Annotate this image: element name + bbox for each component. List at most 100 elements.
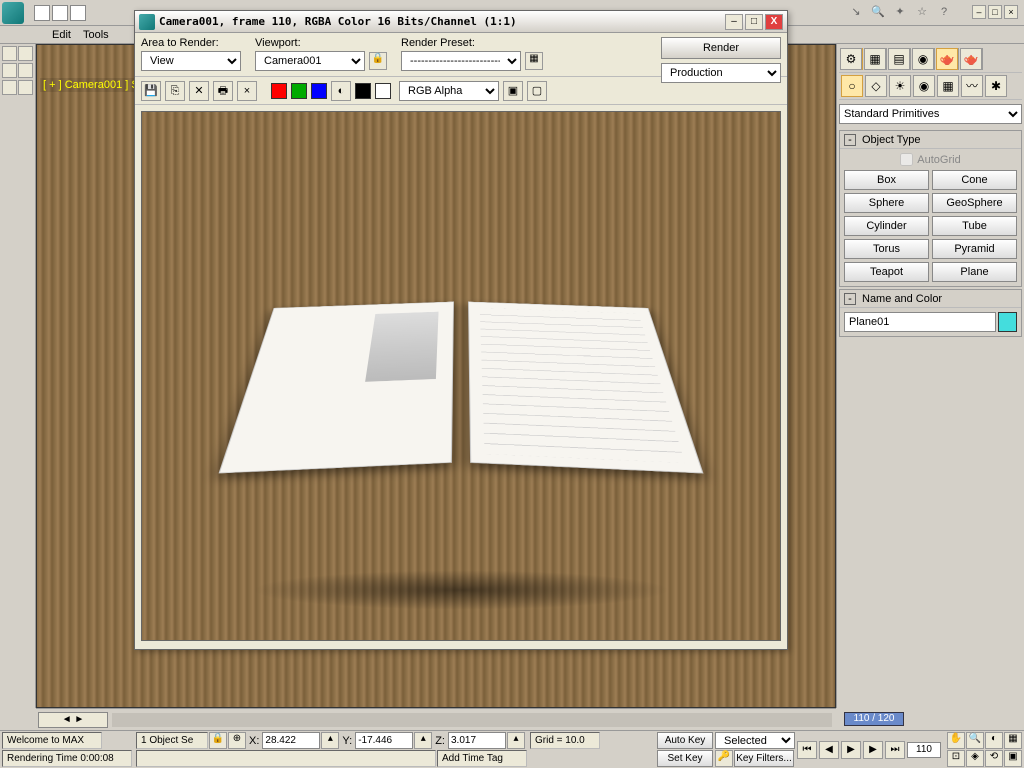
time-slider-handle[interactable]: ◄ ► <box>38 712 108 728</box>
shapes-icon[interactable]: ◇ <box>865 75 887 97</box>
maximize-button[interactable]: □ <box>988 5 1002 19</box>
menu-edit[interactable]: Edit <box>52 29 71 41</box>
toggle2-icon[interactable]: ▢ <box>527 81 547 101</box>
object-color-swatch[interactable] <box>998 312 1017 332</box>
preset-icon[interactable]: ▦ <box>525 52 543 70</box>
cameras-icon[interactable]: ◉ <box>913 75 935 97</box>
green-channel-icon[interactable] <box>291 83 307 99</box>
cylinder-button[interactable]: Cylinder <box>844 216 929 236</box>
tube-button[interactable]: Tube <box>932 216 1017 236</box>
viewport-select[interactable]: Camera001 <box>255 51 365 71</box>
render-frame-icon[interactable]: ▦ <box>864 48 886 70</box>
teapot-render-icon[interactable]: 🫖 <box>936 48 958 70</box>
alpha-icon[interactable]: ◐ <box>331 81 351 101</box>
nav-icon[interactable]: ⊡ <box>947 750 965 767</box>
production-select[interactable]: Production <box>661 63 781 83</box>
spacewarps-icon[interactable]: 〰 <box>961 75 983 97</box>
copy-icon[interactable]: ⎘ <box>165 81 185 101</box>
spinner-icon[interactable]: ▴ <box>321 732 339 749</box>
render-window-titlebar[interactable]: Camera001, frame 110, RGBA Color 16 Bits… <box>135 11 787 33</box>
render-icon[interactable]: ▤ <box>888 48 910 70</box>
pyramid-button[interactable]: Pyramid <box>932 239 1017 259</box>
z-input[interactable] <box>448 732 506 749</box>
current-frame-input[interactable] <box>907 742 941 758</box>
save-image-icon[interactable]: 💾 <box>141 81 161 101</box>
red-channel-icon[interactable] <box>271 83 287 99</box>
pan-icon[interactable]: ✋ <box>947 732 965 749</box>
torus-button[interactable]: Torus <box>844 239 929 259</box>
orbit-icon[interactable]: ◐ <box>985 732 1003 749</box>
render-button[interactable]: Render <box>661 37 781 59</box>
help-icon[interactable]: ? <box>936 4 952 20</box>
lights-icon[interactable]: ☀ <box>889 75 911 97</box>
mono-icon[interactable] <box>355 83 371 99</box>
menu-tools[interactable]: Tools <box>83 29 109 41</box>
add-time-tag[interactable]: Add Time Tag <box>437 750 527 767</box>
autogrid-checkbox[interactable] <box>900 153 913 166</box>
preset-select[interactable]: ------------------------- <box>401 51 521 71</box>
object-type-header[interactable]: - Object Type <box>840 131 1021 149</box>
nav-icon[interactable]: ▦ <box>1004 732 1022 749</box>
time-track[interactable] <box>112 713 832 727</box>
collapse-icon[interactable]: - <box>844 293 856 305</box>
nav-icon[interactable]: ◈ <box>966 750 984 767</box>
tool-icon[interactable] <box>2 80 17 95</box>
geometry-icon[interactable]: ○ <box>841 75 863 97</box>
spinner-icon[interactable]: ▴ <box>507 732 525 749</box>
toggle1-icon[interactable]: ▣ <box>503 81 523 101</box>
coord-mode-icon[interactable]: ⊕ <box>228 732 246 749</box>
maximize-viewport-icon[interactable]: ▣ <box>1004 750 1022 767</box>
prompt-line[interactable] <box>136 750 436 767</box>
systems-icon[interactable]: ✱ <box>985 75 1007 97</box>
cone-button[interactable]: Cone <box>932 170 1017 190</box>
rw-minimize-button[interactable]: – <box>725 14 743 30</box>
keymode-select[interactable]: Selected <box>715 732 795 749</box>
helpers-icon[interactable]: ▦ <box>937 75 959 97</box>
tool-icon[interactable] <box>18 80 33 95</box>
nav-icon[interactable]: ⟲ <box>985 750 1003 767</box>
star-icon[interactable]: ☆ <box>914 4 930 20</box>
name-color-header[interactable]: - Name and Color <box>840 290 1021 308</box>
setkey-button[interactable]: Set Key <box>657 750 713 767</box>
clone-icon[interactable]: ✕ <box>189 81 209 101</box>
sphere-button[interactable]: Sphere <box>844 193 929 213</box>
open-icon[interactable] <box>52 5 68 21</box>
lock-icon[interactable]: 🔒 <box>369 52 387 70</box>
channel-select[interactable]: RGB Alpha <box>399 81 499 101</box>
key-icon[interactable]: 🔑 <box>715 750 733 767</box>
area-render-select[interactable]: View <box>141 51 241 71</box>
keyfilters-button[interactable]: Key Filters... <box>734 750 794 767</box>
next-frame-icon[interactable]: ▶ <box>863 741 883 759</box>
print-icon[interactable]: 🖶 <box>213 81 233 101</box>
rw-maximize-button[interactable]: □ <box>745 14 763 30</box>
new-icon[interactable] <box>34 5 50 21</box>
save-icon[interactable] <box>70 5 86 21</box>
zoom-icon[interactable]: 🔍 <box>966 732 984 749</box>
autokey-button[interactable]: Auto Key <box>657 732 713 749</box>
x-input[interactable] <box>262 732 320 749</box>
rw-close-button[interactable]: X <box>765 14 783 30</box>
tool-icon[interactable] <box>18 46 33 61</box>
teapot-icon[interactable]: 🫖 <box>960 48 982 70</box>
play-icon[interactable]: ▶ <box>841 741 861 759</box>
arrow-icon[interactable]: ↘ <box>848 4 864 20</box>
collapse-icon[interactable]: - <box>844 134 856 146</box>
close-button[interactable]: × <box>1004 5 1018 19</box>
category-select[interactable]: Standard Primitives <box>839 104 1022 124</box>
frame-indicator[interactable]: 110 / 120 <box>844 712 904 726</box>
tool-icon[interactable] <box>18 63 33 78</box>
box-button[interactable]: Box <box>844 170 929 190</box>
tool-icon[interactable] <box>2 63 17 78</box>
blue-channel-icon[interactable] <box>311 83 327 99</box>
render-setup-icon[interactable]: ⚙ <box>840 48 862 70</box>
goto-start-icon[interactable]: ⏮ <box>797 741 817 759</box>
goto-end-icon[interactable]: ⏭ <box>885 741 905 759</box>
material-icon[interactable]: ◉ <box>912 48 934 70</box>
prev-frame-icon[interactable]: ◀ <box>819 741 839 759</box>
clear-icon[interactable] <box>375 83 391 99</box>
clear-icon[interactable]: × <box>237 81 257 101</box>
app-icon[interactable] <box>2 2 24 24</box>
geosphere-button[interactable]: GeoSphere <box>932 193 1017 213</box>
search-icon[interactable]: 🔍 <box>870 4 886 20</box>
minimize-button[interactable]: – <box>972 5 986 19</box>
